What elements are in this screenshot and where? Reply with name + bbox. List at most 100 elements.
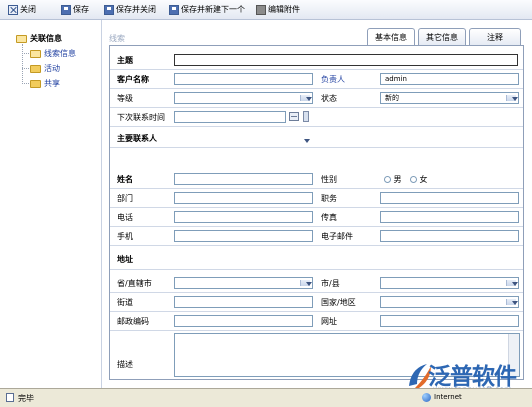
fax-label: 传真 (321, 213, 337, 222)
owner-input[interactable]: admin (380, 73, 519, 85)
toolbar: 关闭 保存 保存并关闭 保存并新建下一个 编辑附件 (0, 0, 532, 20)
postcode-label: 邮政编码 (117, 317, 149, 326)
status-text: 完毕 (18, 394, 34, 403)
radio-icon (410, 176, 417, 183)
save-new-label: 保存并新建下一个 (181, 5, 245, 14)
security-zone: Internet (434, 393, 462, 401)
tab-label: 其它信息 (426, 32, 458, 42)
save-new-button[interactable]: 保存并新建下一个 (169, 3, 245, 16)
subject-input[interactable] (174, 54, 518, 66)
street-input[interactable] (174, 296, 313, 308)
position-label: 职务 (321, 194, 337, 203)
country-label: 国家/地区 (321, 298, 356, 307)
tree-item-label: 共享 (44, 79, 60, 88)
tree-root[interactable]: 关联信息 (16, 33, 62, 44)
contact-section-title: 主要联系人 (117, 134, 157, 143)
fax-input[interactable] (380, 211, 519, 223)
gender-option-label: 女 (419, 175, 428, 184)
clear-date-icon[interactable] (303, 111, 309, 122)
close-icon (8, 4, 18, 15)
city-label: 市/县 (321, 279, 340, 288)
attachment-icon (256, 4, 266, 15)
disk-icon (61, 4, 71, 15)
next-contact-input[interactable] (174, 111, 286, 123)
form-row: 姓名 性别 男 女 (110, 170, 523, 189)
postcode-input[interactable] (174, 315, 313, 327)
province-label: 省/直辖市 (117, 279, 152, 288)
next-contact-label: 下次联系时间 (117, 113, 165, 122)
province-select[interactable] (174, 277, 313, 289)
tree-item-activity[interactable]: 活动 (30, 63, 60, 74)
main-panel: 线索 基本信息 其它信息 注释 主题 客户名称 负责人 admin 等级 状态 … (102, 20, 532, 388)
grade-select[interactable] (174, 92, 313, 104)
related-info-sidebar: 关联信息 线索信息 活动 共享 (0, 20, 102, 388)
mobile-label: 手机 (117, 232, 133, 241)
edit-attachment-label: 编辑附件 (268, 5, 300, 14)
street-label: 街道 (117, 298, 133, 307)
description-label: 描述 (117, 360, 133, 369)
section-header-row: 地址 (110, 246, 523, 270)
save-close-button[interactable]: 保存并关闭 (104, 3, 156, 16)
chevron-down-icon (304, 139, 310, 143)
name-label: 姓名 (117, 175, 133, 184)
form-row: 等级 状态 新的 (110, 89, 523, 143)
section-header-row: 主要联系人 (110, 127, 523, 148)
customer-input[interactable] (174, 73, 313, 85)
position-input[interactable] (380, 192, 519, 204)
tree-line (22, 44, 23, 84)
address-section-title: 地址 (117, 255, 133, 264)
country-select[interactable] (380, 296, 519, 308)
calendar-icon[interactable] (289, 112, 299, 121)
folder-icon (30, 64, 41, 73)
gender-male-option[interactable]: 男 (384, 174, 402, 185)
folder-icon (30, 79, 41, 88)
disk-icon (104, 4, 114, 15)
tree-line (22, 68, 29, 69)
close-button[interactable]: 关闭 (8, 3, 36, 16)
page-icon (6, 393, 14, 402)
chevron-down-icon (306, 282, 312, 286)
status-bar: 完毕 Internet (0, 388, 532, 407)
dept-input[interactable] (174, 192, 313, 204)
save-close-label: 保存并关闭 (116, 5, 156, 14)
tree-line (22, 53, 29, 54)
save-button[interactable]: 保存 (61, 3, 89, 16)
form-row: 部门 职务 (110, 189, 523, 208)
city-select[interactable] (380, 277, 519, 289)
form-row: 主题 (110, 51, 523, 70)
tab-other-info[interactable]: 其它信息 (418, 28, 466, 45)
status-select[interactable]: 新的 (380, 92, 519, 104)
phone-label: 电话 (117, 213, 133, 222)
folder-icon (30, 49, 41, 58)
tree-item-share[interactable]: 共享 (30, 78, 60, 89)
email-input[interactable] (380, 230, 519, 242)
form-row: 下次联系时间 (110, 108, 523, 127)
chevron-down-icon (306, 97, 312, 101)
subject-label: 主题 (117, 56, 133, 65)
tab-basic-info[interactable]: 基本信息 (367, 28, 415, 46)
tab-notes[interactable]: 注释 (469, 28, 521, 45)
tree-root-label: 关联信息 (30, 34, 62, 43)
gender-label: 性别 (321, 175, 337, 184)
tree-line (22, 83, 29, 84)
email-label: 电子邮件 (321, 232, 353, 241)
mobile-input[interactable] (174, 230, 313, 242)
crm-lead-window: 关闭 保存 保存并关闭 保存并新建下一个 编辑附件 关联信息 线索信息 活动 共… (0, 0, 532, 407)
gender-female-option[interactable]: 女 (410, 174, 428, 185)
dept-label: 部门 (117, 194, 133, 203)
tree-item-lead[interactable]: 线索信息 (30, 48, 76, 59)
website-input[interactable] (380, 315, 519, 327)
grade-label: 等级 (117, 94, 133, 103)
phone-input[interactable] (174, 211, 313, 223)
form-row: 电话 传真 (110, 208, 523, 227)
name-input[interactable] (174, 173, 313, 185)
tab-label: 基本信息 (375, 33, 407, 42)
disk-icon (169, 4, 179, 15)
form-row: 省/直辖市 市/县 (110, 274, 523, 293)
form-row: 街道 国家/地区 (110, 293, 523, 312)
form-row: 手机 电子邮件 (110, 227, 523, 246)
form-row: 邮政编码 网址 (110, 312, 523, 331)
globe-icon (422, 393, 431, 402)
lead-form: 主题 客户名称 负责人 admin 等级 状态 新的 下次联系时间 主要联系人 … (109, 45, 524, 380)
edit-attachment-button[interactable]: 编辑附件 (256, 3, 300, 16)
